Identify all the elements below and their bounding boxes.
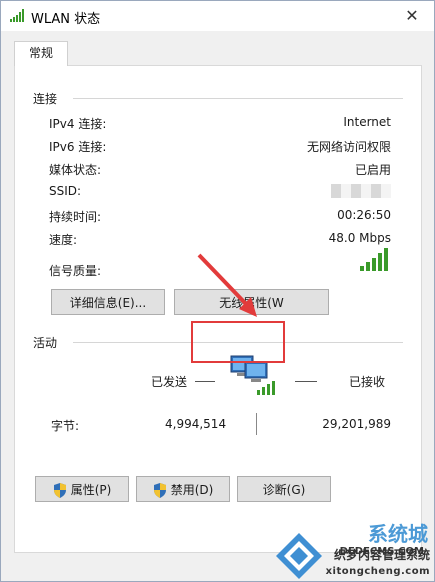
bytes-label: 字节:: [51, 419, 80, 433]
received-label: 已接收: [349, 375, 386, 389]
uac-shield-icon: [53, 483, 66, 498]
ipv4-label: IPv4 连接:: [49, 117, 107, 131]
connection-group-title: 连接: [33, 90, 64, 107]
title-bar: WLAN 状态 ✕: [1, 1, 434, 31]
duration-label: 持续时间:: [49, 210, 102, 224]
details-button[interactable]: 详细信息(E)...: [51, 289, 165, 315]
wlan-status-window: WLAN 状态 ✕ 常规 连接 IPv4 连接: Internet IPv6 连…: [0, 0, 435, 582]
bytes-sent-value: 4,994,514: [165, 417, 227, 431]
watermark-line3: xitongcheng.com: [325, 566, 430, 577]
bytes-separator: [256, 413, 257, 435]
sent-dash: [195, 381, 215, 382]
activity-group-title: 活动: [33, 334, 64, 351]
watermark-brand: 系统城: [368, 522, 428, 546]
sent-label: 已发送: [151, 375, 188, 389]
ssid-value-blurred: [331, 184, 391, 198]
ssid-label: SSID:: [49, 184, 82, 198]
signal-quality-label: 信号质量:: [49, 264, 102, 278]
received-dash: [295, 381, 317, 382]
ipv4-value: Internet: [343, 115, 391, 129]
disable-button[interactable]: 禁用(D): [136, 476, 230, 502]
window-title: WLAN 状态: [31, 12, 101, 27]
ipv6-value: 无网络访问权限: [306, 140, 391, 154]
bytes-received-value: 29,201,989: [322, 417, 391, 431]
disable-label: 禁用(D): [170, 483, 214, 497]
highlight-box: [191, 321, 285, 363]
dialog-body: 常规 连接 IPv4 连接: Internet IPv6 连接: 无网络访问权限…: [1, 31, 434, 581]
properties-button[interactable]: 属性(P): [35, 476, 129, 502]
speed-label: 速度:: [49, 233, 78, 247]
diagnose-button[interactable]: 诊断(G): [237, 476, 331, 502]
signal-strength-icon: [360, 248, 388, 271]
media-state-label: 媒体状态:: [49, 163, 102, 177]
tab-general[interactable]: 常规: [14, 41, 68, 66]
annotation-arrow: [197, 253, 257, 317]
watermark-logo-icon: [276, 533, 322, 579]
close-button[interactable]: ✕: [398, 5, 426, 27]
media-state-value: 已启用: [354, 163, 391, 177]
uac-shield-icon: [153, 483, 166, 498]
group-divider: [73, 98, 403, 99]
ipv6-label: IPv6 连接:: [49, 140, 107, 154]
wifi-signal-icon: [10, 9, 24, 22]
duration-value: 00:26:50: [337, 208, 391, 222]
watermark-line2: DEDECMS.COM: [339, 546, 424, 557]
speed-value: 48.0 Mbps: [328, 231, 391, 245]
properties-label: 属性(P): [70, 483, 112, 497]
